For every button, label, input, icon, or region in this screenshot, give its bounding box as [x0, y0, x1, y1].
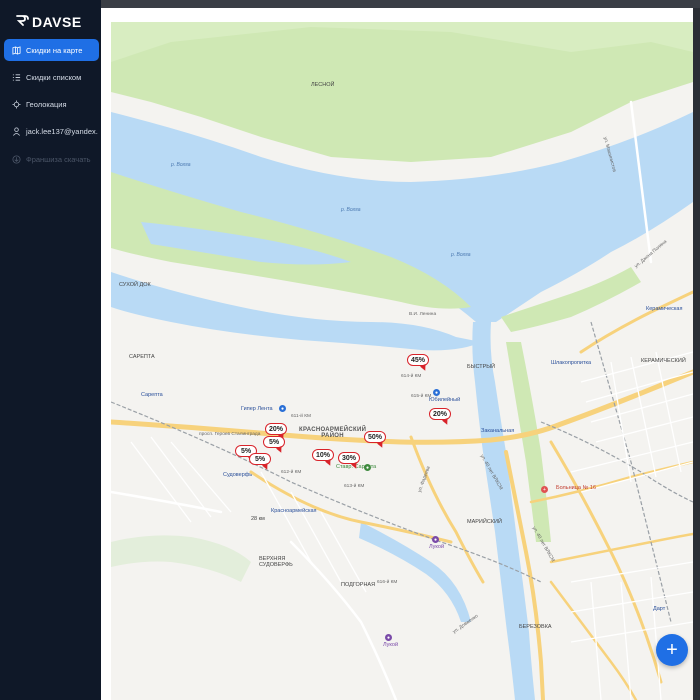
map-label-krasnoarmeysk: Красноармейская — [271, 508, 317, 514]
rr-logo-icon — [15, 13, 29, 30]
logo-text: DAVSE — [32, 13, 82, 30]
map-panel: ЛЕСНОЙ р. Волга р. Волга р. Волга СУХОЙ … — [101, 8, 693, 700]
list-icon — [12, 73, 21, 82]
map-label-keramicheskiy: КЕРАМИЧЕСКИЙ — [641, 358, 686, 364]
map-label-keramicheskaya: Керамическая — [646, 306, 683, 312]
map-label-k612: 612-й КМ — [281, 470, 302, 475]
discount-pin[interactable]: 20% — [265, 423, 288, 435]
discount-pin[interactable]: 5% — [249, 453, 271, 465]
map-poi-bolnitsa-icon[interactable]: + — [541, 486, 548, 493]
map-label-k616: 616-й КМ — [377, 580, 398, 585]
sidebar: DAVSE Скидки на карте Скидки списком Гео… — [0, 0, 101, 700]
discount-pin[interactable]: 45% — [407, 354, 430, 366]
map-label-dart: Дарт — [653, 606, 666, 612]
map-label-prosp-geroev: просп. Героев Сталинграда — [199, 432, 261, 437]
map-icon — [12, 45, 21, 55]
map-label-k614: 614-й КМ — [401, 374, 422, 379]
map-label-lukoil-bottom: Лукой — [383, 642, 399, 648]
map-poi-lukoil-bottom-icon[interactable]: ● — [385, 634, 392, 641]
map-label-k613: 613-й КМ — [344, 484, 365, 489]
map-label-mariinsky: МАРИЙСКИЙ — [467, 519, 502, 525]
map-label-sarepta: Сарепта — [141, 392, 163, 398]
map-label-verkhnyaya: ВЕРХНЯЯ СУДОВЕРФЬ — [259, 556, 293, 568]
app-logo[interactable]: DAVSE — [15, 13, 82, 30]
download-icon — [12, 154, 21, 164]
map-label-28km: 28 км — [251, 516, 265, 522]
sidebar-item-geolocation[interactable]: Геолокация — [4, 93, 99, 115]
discount-pin[interactable]: 5% — [263, 436, 285, 448]
map-label-bystry: БЫСТРЫЙ — [467, 364, 496, 370]
map-label-district: КРАСНОАРМЕЙСКИЙ РАЙОН — [299, 427, 367, 439]
map-poi-yubileyny-icon[interactable]: ● — [433, 389, 440, 396]
map-label-k615: 615-й КМ — [411, 394, 432, 399]
map-view[interactable]: ЛЕСНОЙ р. Волга р. Волга р. Волга СУХОЙ … — [111, 22, 693, 700]
map-label-sudoverf: Судоверфь — [223, 472, 253, 478]
sidebar-item-label: Скидки на карте — [26, 45, 83, 55]
map-label-yubileyny: Юбилейный — [429, 397, 461, 403]
map-label-giper-lenta: Гипер Лента — [241, 406, 273, 412]
map-label-sarepta-top: САРЕПТА — [129, 354, 155, 360]
map-label-volga-1: р. Волга — [171, 162, 191, 168]
map-poi-stavr-icon[interactable]: ● — [364, 464, 371, 471]
map-label-zakanalnaya: Заканальная — [481, 428, 515, 434]
map-label-shlakopr: Шлакопропитка — [551, 360, 592, 366]
sidebar-item-label: Франшиза скачать — [26, 154, 91, 164]
map-poi-giper-lenta-icon[interactable]: ● — [279, 405, 286, 412]
map-label-sukhoy-dok: СУХОЙ ДОК — [119, 282, 151, 288]
window-top-bar — [0, 0, 700, 8]
map-label-lesnoy: ЛЕСНОЙ — [311, 82, 335, 88]
sidebar-item-label: Скидки списком — [26, 72, 82, 82]
sidebar-item-map[interactable]: Скидки на карте — [4, 39, 99, 61]
map-label-bolnitsa: Больница № 16 — [556, 485, 597, 491]
sidebar-item-franchise[interactable]: Франшиза скачать — [4, 148, 99, 170]
add-button[interactable]: + — [656, 634, 688, 666]
map-canvas[interactable] — [111, 22, 693, 700]
geolocation-icon — [12, 99, 21, 109]
discount-pin[interactable]: 50% — [364, 431, 387, 443]
sidebar-item-user[interactable]: jack.lee137@yandex. — [4, 120, 99, 142]
discount-pin[interactable]: 20% — [429, 408, 452, 420]
sidebar-item-label: jack.lee137@yandex. — [26, 126, 98, 136]
map-label-volga-3: р. Волга — [451, 252, 471, 258]
map-label-volga-2: р. Волга — [341, 207, 361, 213]
sidebar-item-label: Геолокация — [26, 99, 67, 109]
map-label-vi-lenina: В.И. Ленина — [409, 312, 437, 317]
user-icon — [12, 126, 21, 136]
sidebar-item-list[interactable]: Скидки списком — [4, 66, 99, 88]
discount-pin[interactable]: 30% — [338, 452, 361, 464]
discount-pin[interactable]: 10% — [312, 449, 335, 461]
map-label-k611: 611-й КМ — [291, 414, 312, 419]
map-label-lukoil-mid: Лукой — [429, 544, 445, 550]
map-label-podgornaya: ПОДГОРНАЯ — [341, 582, 376, 588]
map-poi-lukoil-icon[interactable]: ● — [432, 536, 439, 543]
map-label-berezovka: БЕРЕЗОВКА — [519, 624, 552, 630]
